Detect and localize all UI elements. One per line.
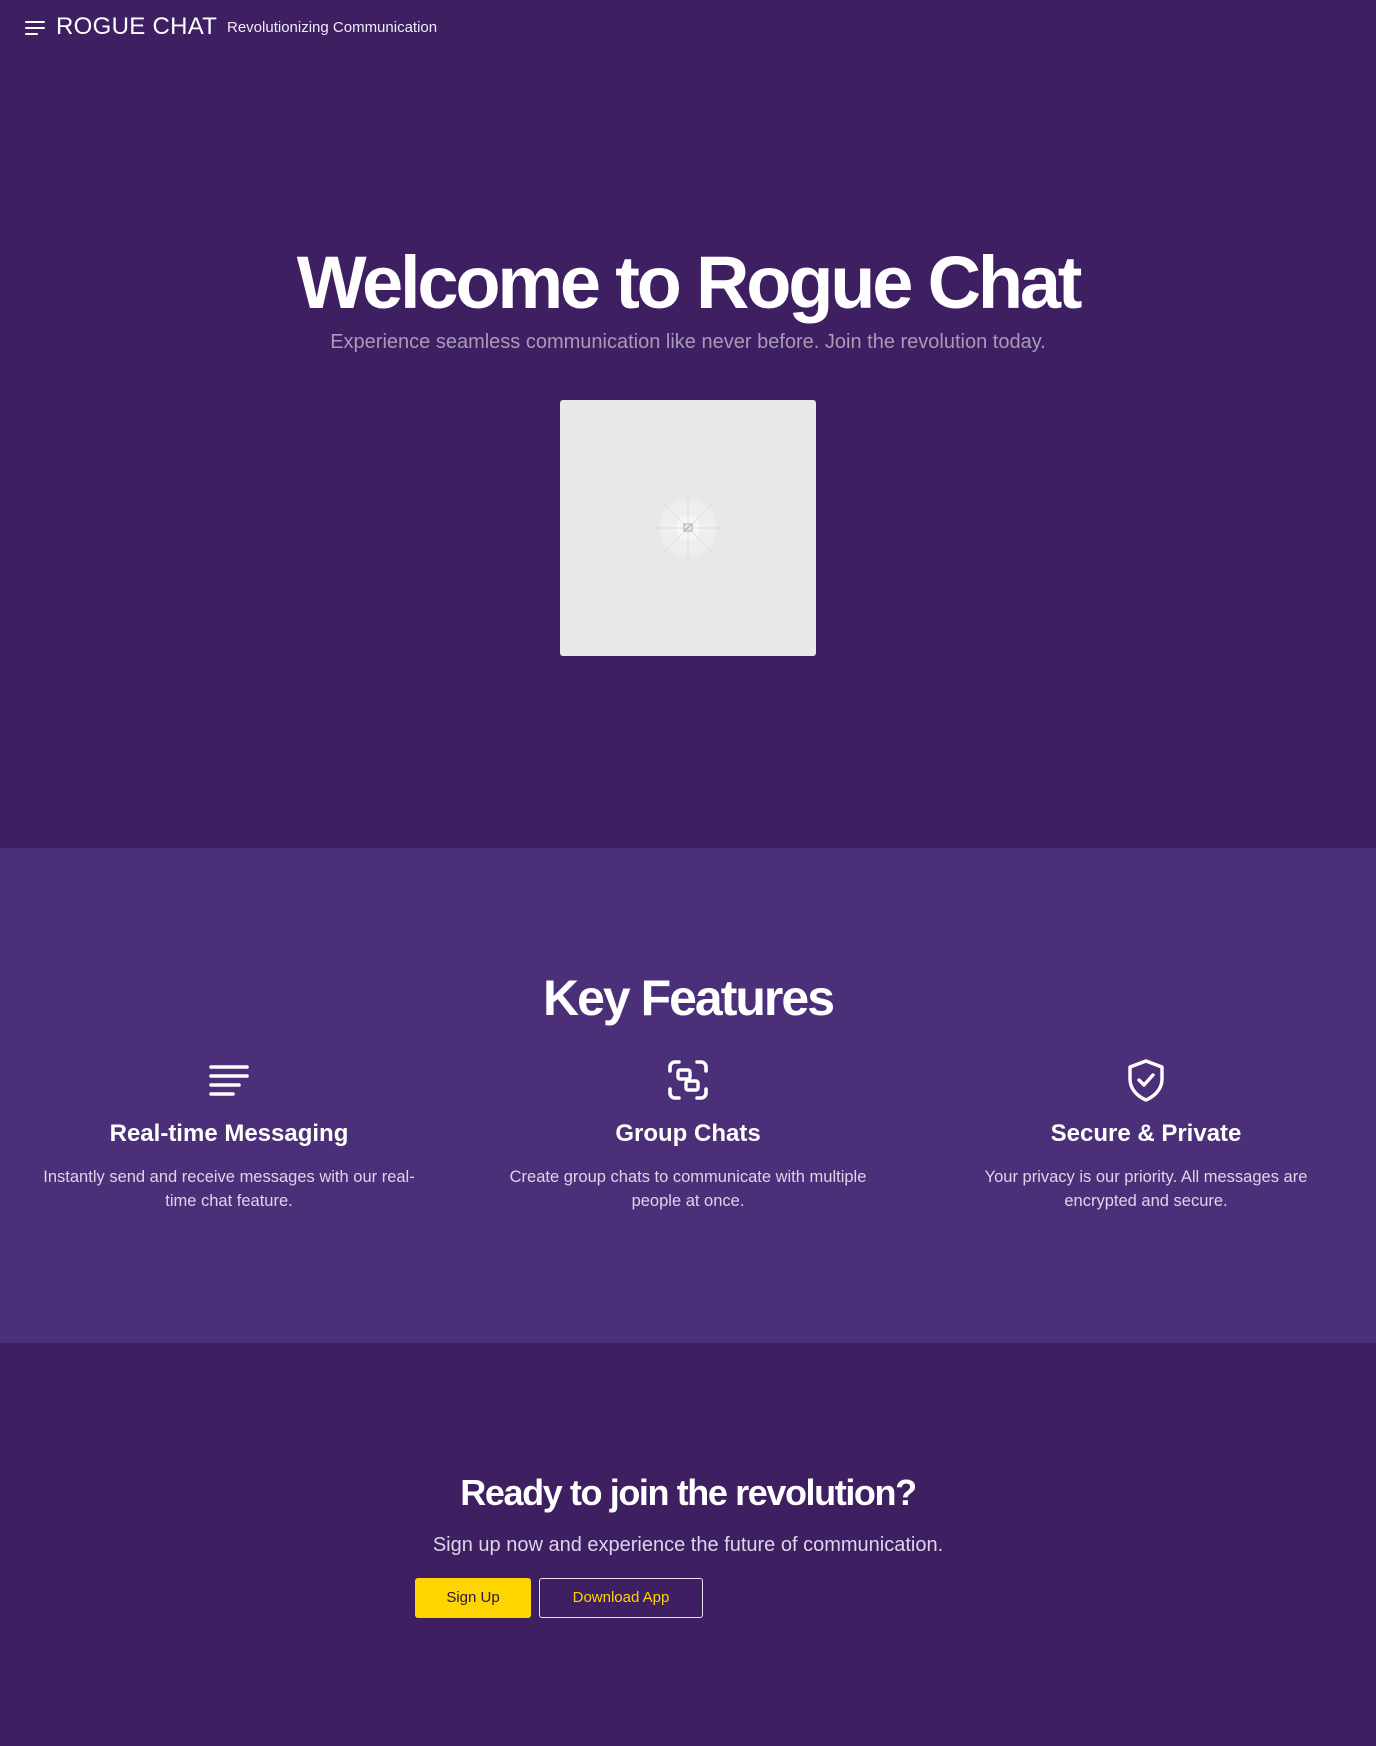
broken-image-icon — [652, 492, 724, 564]
hero-title: Welcome to Rogue Chat — [296, 241, 1083, 324]
landing-page: ROGUE CHAT Revolutionizing Communication… — [0, 0, 1376, 1746]
shield-check-icon — [1128, 1059, 1164, 1102]
cta-section: Ready to join the revolution? Sign up no… — [0, 1343, 1376, 1746]
feature-title: Secure & Private — [1050, 1120, 1242, 1147]
brand-logo-text[interactable]: ROGUE CHAT — [56, 13, 217, 41]
feature-card-secure-private: Secure & Private Your privacy is our pri… — [946, 1058, 1346, 1213]
features-title: Key Features — [542, 970, 835, 1026]
feature-description: Create group chats to communicate with m… — [509, 1168, 867, 1210]
features-section: Key Features Real-time Messaging Instant… — [0, 848, 1376, 1343]
cta-title: Ready to join the revolution? — [460, 1472, 917, 1513]
hero-section: ROGUE CHAT Revolutionizing Communication… — [0, 0, 1376, 848]
feature-title: Group Chats — [615, 1120, 761, 1147]
feature-description: Instantly send and receive messages with… — [43, 1168, 415, 1210]
header-tagline: Revolutionizing Communication — [227, 19, 438, 36]
hamburger-menu-icon[interactable] — [25, 20, 47, 36]
feature-card-group-chats: Group Chats Create group chats to commun… — [488, 1058, 888, 1213]
download-app-button[interactable]: Download App — [539, 1578, 703, 1618]
cta-subtitle: Sign up now and experience the future of… — [432, 1534, 944, 1556]
hero-image-placeholder — [560, 400, 816, 656]
group-frame-icon — [668, 1060, 708, 1100]
hero-subtitle: Experience seamless communication like n… — [330, 331, 1046, 353]
lines-icon — [209, 1065, 249, 1096]
sign-up-button[interactable]: Sign Up — [415, 1578, 531, 1618]
feature-description: Your privacy is our priority. All messag… — [984, 1168, 1308, 1210]
feature-title: Real-time Messaging — [109, 1120, 349, 1147]
top-header: ROGUE CHAT Revolutionizing Communication — [0, 0, 1376, 56]
feature-card-realtime-messaging: Real-time Messaging Instantly send and r… — [29, 1058, 429, 1213]
